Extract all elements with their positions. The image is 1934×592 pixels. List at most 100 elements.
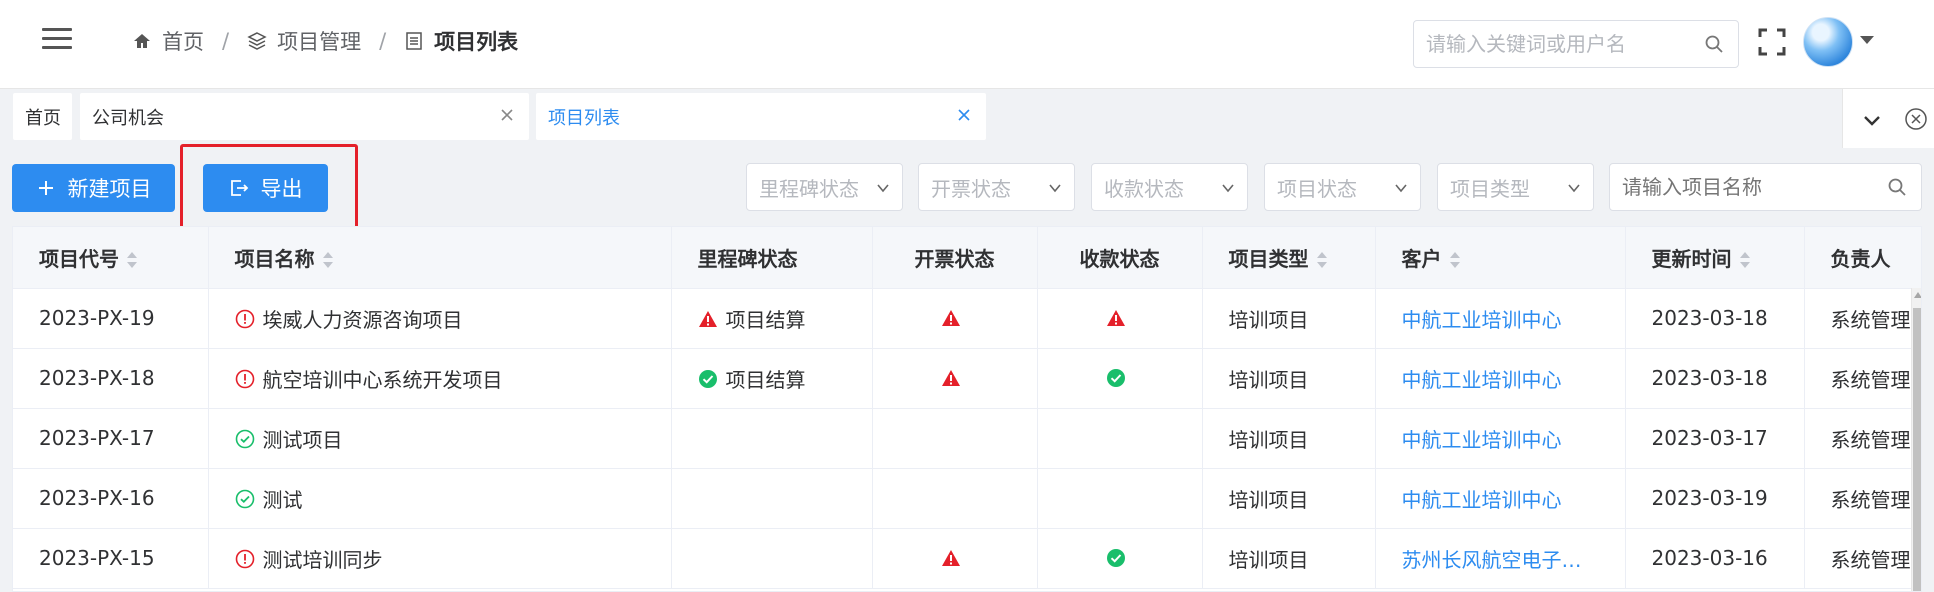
column-label: 项目名称 (234, 246, 315, 271)
breadcrumb-label: 项目列表 (434, 30, 519, 54)
customer-link[interactable]: 中航工业培训中心 (1402, 488, 1562, 512)
chevron-down-icon (877, 184, 889, 193)
customer-link[interactable]: 苏州长风航空电子… (1402, 548, 1582, 572)
sort-icon[interactable] (322, 252, 333, 269)
cell-name[interactable]: 测试 (208, 468, 672, 529)
breadcrumb-project-mgmt[interactable]: 项目管理 (247, 26, 361, 56)
owner-name: 系统管理员 (1830, 367, 1922, 392)
table-row[interactable]: 2023-PX-17 测试项目 培训项目 中航工业培训中心 2023-03-17 系统管理… (13, 408, 1922, 469)
customer-link[interactable]: 中航工业培训中心 (1402, 368, 1562, 392)
home-icon (134, 34, 150, 48)
sort-icon[interactable] (1316, 252, 1327, 269)
tab-home[interactable]: 首页 (13, 93, 72, 140)
cell-customer[interactable]: 中航工业培训中心 (1375, 288, 1626, 349)
alert-circle-icon (235, 549, 254, 569)
scrollbar-thumb[interactable] (1913, 308, 1921, 591)
owner-name: 系统管理员 (1830, 427, 1922, 452)
cell-updated: 2023-03-17 (1625, 408, 1805, 469)
search-icon[interactable] (1887, 177, 1907, 197)
project-type: 培训项目 (1228, 547, 1309, 572)
table-scrollbar[interactable] (1911, 288, 1921, 591)
table-row[interactable]: 2023-PX-18 航空培训中心系统开发项目 项目结算 培训项目 中航工业培训中心 20… (13, 348, 1922, 409)
column-header-milestone: 里程碑状态 (671, 227, 873, 289)
fullscreen-icon[interactable] (1758, 28, 1786, 56)
column-header-customer[interactable]: 客户 (1375, 227, 1626, 289)
cell-name[interactable]: 测试项目 (208, 408, 672, 469)
sort-icon[interactable] (1449, 252, 1460, 269)
new-project-button[interactable]: 新建项目 (12, 164, 175, 212)
updated-date: 2023-03-18 (1651, 366, 1768, 390)
cell-code: 2023-PX-17 (13, 408, 209, 469)
breadcrumb-project-list: 项目列表 (404, 26, 518, 56)
check-circle-icon (698, 370, 717, 388)
avatar-dropdown-icon[interactable] (1860, 36, 1874, 44)
cell-owner: 系统管理员 (1804, 288, 1921, 349)
cell-owner: 系统管理员 (1804, 408, 1922, 469)
project-name: 航空培训中心系统开发项目 (262, 367, 503, 392)
close-icon[interactable] (499, 107, 515, 123)
check-circle-outline-icon (235, 429, 254, 449)
column-header-name[interactable]: 项目名称 (208, 227, 672, 289)
chevron-down-icon (1395, 184, 1407, 193)
project-type: 培训项目 (1228, 427, 1309, 452)
cell-milestone (671, 528, 873, 589)
tabs-bar: 首页 公司机会 项目列表 (0, 89, 1934, 150)
filter-project-status[interactable]: 项目状态 (1264, 163, 1421, 211)
cell-payment (1037, 528, 1203, 589)
table-row[interactable]: 2023-PX-16 测试 培训项目 中航工业培训中心 2023-03-19 系统管理员 (13, 468, 1922, 529)
cell-customer[interactable]: 中航工业培训中心 (1375, 408, 1626, 469)
column-label: 项目代号 (39, 246, 119, 271)
warning-triangle-icon (941, 309, 960, 326)
column-header-updated[interactable]: 更新时间 (1625, 227, 1805, 289)
column-label: 客户 (1401, 246, 1442, 271)
customer-link[interactable]: 中航工业培训中心 (1402, 308, 1562, 332)
project-name: 测试项目 (262, 427, 343, 452)
filter-project-type[interactable]: 项目类型 (1437, 163, 1594, 211)
filter-placeholder: 里程碑状态 (759, 176, 859, 201)
tab-project-list[interactable]: 项目列表 (536, 93, 986, 140)
sort-icon[interactable] (127, 252, 137, 269)
cell-customer[interactable]: 中航工业培训中心 (1375, 348, 1626, 409)
cell-name[interactable]: 埃威人力资源咨询项目 (208, 288, 672, 349)
owner-name: 系统管理员 (1830, 487, 1922, 512)
column-header-code[interactable]: 项目代号 (13, 227, 209, 289)
alert-circle-icon (235, 369, 254, 389)
cell-code: 2023-PX-15 (13, 528, 209, 589)
column-header-type[interactable]: 项目类型 (1202, 227, 1376, 289)
check-circle-outline-icon (235, 489, 254, 509)
cell-name[interactable]: 航空培训中心系统开发项目 (208, 348, 672, 409)
customer-link[interactable]: 中航工业培训中心 (1402, 428, 1562, 452)
search-icon[interactable] (1704, 34, 1724, 54)
breadcrumb-home[interactable]: 首页 (132, 26, 204, 56)
breadcrumb-separator: / (379, 29, 387, 53)
project-name-search-input[interactable] (1610, 165, 1870, 209)
filter-milestone-status[interactable]: 里程碑状态 (746, 163, 903, 211)
avatar[interactable] (1803, 17, 1853, 67)
project-name-search (1609, 163, 1922, 211)
sort-icon[interactable] (1739, 252, 1750, 269)
cell-owner: 系统管理员 (1804, 468, 1922, 529)
filter-payment-status[interactable]: 收款状态 (1091, 163, 1248, 211)
cell-customer[interactable]: 苏州长风航空电子… (1375, 528, 1626, 589)
chevron-down-icon[interactable] (1861, 109, 1883, 131)
menu-toggle-icon[interactable] (42, 28, 72, 52)
highlight-annotation-box (180, 144, 358, 234)
close-icon[interactable] (956, 107, 972, 123)
global-search-input[interactable] (1414, 21, 1684, 67)
table-row[interactable]: 2023-PX-15 测试培训同步 培训项目 苏州长风航空电子… 2023-03-16 系… (13, 528, 1922, 589)
tab-company-opportunity[interactable]: 公司机会 (80, 93, 529, 140)
cell-name[interactable]: 测试培训同步 (208, 528, 672, 589)
table-row[interactable]: 2023-PX-19 埃威人力资源咨询项目 项目结算 培训项目 中航工业培训中心 2023… (13, 288, 1921, 349)
filter-invoice-status[interactable]: 开票状态 (918, 163, 1075, 211)
column-label: 负责人 (1830, 246, 1891, 271)
check-circle-icon (1106, 548, 1125, 567)
project-name: 埃威人力资源咨询项目 (262, 307, 463, 332)
owner-name: 系统管理员 (1830, 547, 1922, 572)
tab-label: 公司机会 (92, 107, 164, 129)
breadcrumb-label: 首页 (162, 30, 204, 54)
breadcrumb-label: 项目管理 (277, 30, 362, 54)
scroll-up-icon[interactable] (1914, 292, 1921, 298)
project-code: 2023-PX-18 (39, 366, 155, 390)
cell-customer[interactable]: 中航工业培训中心 (1375, 468, 1626, 529)
close-all-tabs-icon[interactable] (1904, 107, 1928, 131)
